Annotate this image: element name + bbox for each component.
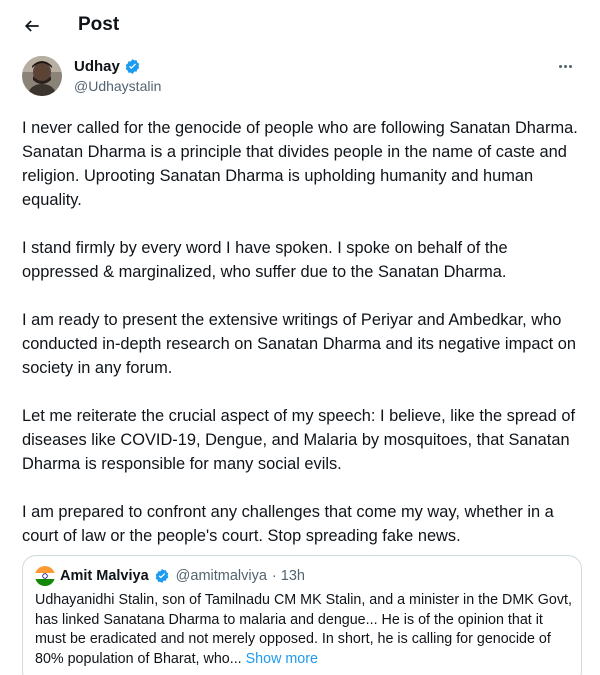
arrow-left-icon bbox=[24, 20, 39, 32]
author-name[interactable]: Udhay bbox=[74, 58, 120, 75]
page-title: Post bbox=[78, 14, 120, 35]
quote-avatar[interactable] bbox=[35, 566, 55, 586]
flag-avatar-icon bbox=[35, 566, 55, 586]
quote-text: Udhayanidhi Stalin, son of Tamilnadu CM … bbox=[35, 591, 575, 669]
tweet-paragraph: I never called for the genocide of peopl… bbox=[22, 119, 578, 209]
back-button[interactable] bbox=[18, 12, 46, 40]
avatar[interactable] bbox=[22, 56, 62, 96]
quote-author-handle[interactable]: @amitmalviya bbox=[176, 568, 267, 584]
tweet-paragraph: Let me reiterate the crucial aspect of m… bbox=[22, 407, 576, 473]
more-horizontal-icon bbox=[568, 64, 572, 68]
author-avatar-image bbox=[22, 56, 62, 96]
more-options-button[interactable] bbox=[554, 58, 576, 74]
quote-author-name[interactable]: Amit Malviya bbox=[60, 568, 149, 584]
verified-badge-icon bbox=[154, 568, 171, 585]
tweet-paragraph: I am ready to present the extensive writ… bbox=[22, 311, 576, 377]
quote-timestamp[interactable]: · 13h bbox=[272, 568, 305, 584]
page-header: Post bbox=[0, 0, 600, 52]
more-horizontal-icon bbox=[563, 64, 567, 68]
verified-badge-icon bbox=[124, 58, 141, 75]
quoted-tweet[interactable]: Amit Malviya @amitmalviya · 13h Udhayani… bbox=[22, 555, 582, 675]
tweet-text: I never called for the genocide of peopl… bbox=[22, 116, 588, 572]
author-handle[interactable]: @Udhaystalin bbox=[74, 78, 161, 94]
more-horizontal-icon bbox=[558, 64, 562, 68]
tweet-paragraph: I am prepared to confront any challenges… bbox=[22, 503, 554, 545]
show-more-link[interactable]: Show more bbox=[246, 651, 318, 667]
tweet-author: Udhay @Udhaystalin bbox=[22, 56, 582, 100]
tweet-paragraph: I stand firmly by every word I have spok… bbox=[22, 239, 508, 281]
